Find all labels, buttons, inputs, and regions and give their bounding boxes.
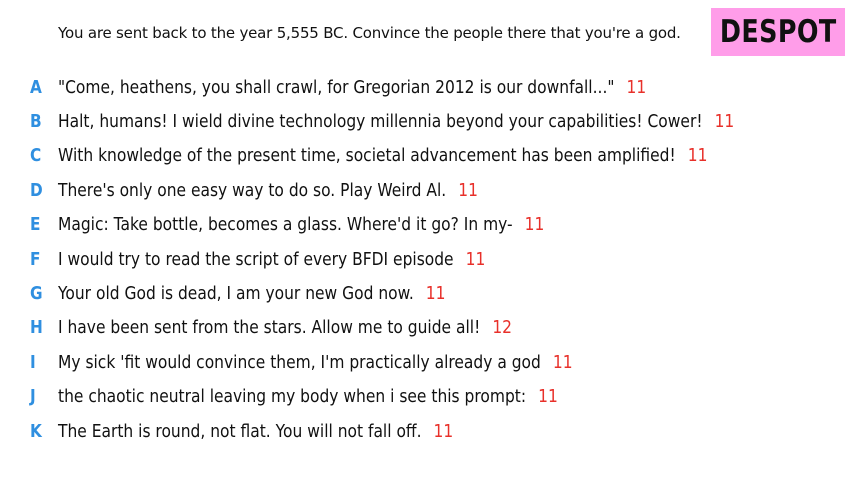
title-text: DESPOT (719, 14, 837, 50)
entry-text-wrap: "Come, heathens, you shall crawl, for Gr… (58, 77, 646, 98)
entry-letter: H (30, 317, 43, 339)
entry-score: 11 (714, 111, 735, 133)
entry-text-wrap: Halt, humans! I wield divine technology … (58, 111, 734, 132)
entry-row: C With knowledge of the present time, so… (0, 139, 853, 173)
entry-row: B Halt, humans! I wield divine technolog… (0, 104, 853, 138)
entry-text-wrap: The Earth is round, not flat. You will n… (58, 421, 453, 442)
entry-row: A "Come, heathens, you shall crawl, for … (0, 70, 853, 104)
entry-letter: D (30, 179, 43, 201)
entry-text: Halt, humans! I wield divine technology … (58, 111, 703, 133)
entries-list: A "Come, heathens, you shall crawl, for … (0, 70, 853, 448)
entry-score: 11 (465, 248, 486, 270)
entry-letter: B (30, 111, 42, 133)
entry-text: The Earth is round, not flat. You will n… (58, 420, 422, 442)
entry-text: My sick 'fit would convince them, I'm pr… (58, 351, 541, 373)
entry-letter: G (30, 283, 43, 305)
entry-letter: J (30, 386, 36, 408)
entry-text: I would try to read the script of every … (58, 248, 454, 270)
entry-row: H I have been sent from the stars. Allow… (0, 311, 853, 345)
prompt-text: You are sent back to the year 5,555 BC. … (58, 24, 681, 42)
entry-text-wrap: Your old God is dead, I am your new God … (58, 283, 446, 304)
entry-text: I have been sent from the stars. Allow m… (58, 317, 481, 339)
entry-score: 11 (433, 420, 454, 442)
entry-score: 11 (425, 283, 446, 305)
entry-text: There's only one easy way to do so. Play… (58, 179, 447, 201)
entry-text: With knowledge of the present time, soci… (58, 145, 676, 167)
entry-text: Your old God is dead, I am your new God … (58, 283, 414, 305)
entry-score: 11 (458, 179, 478, 201)
entry-text-wrap: There's only one easy way to do so. Play… (58, 180, 478, 201)
entry-letter: E (30, 214, 41, 236)
entry-row: I My sick 'fit would convince them, I'm … (0, 345, 853, 379)
title-badge: DESPOT (711, 8, 845, 56)
entry-text-wrap: the chaotic neutral leaving my body when… (58, 386, 558, 407)
entry-text-wrap: I have been sent from the stars. Allow m… (58, 317, 512, 338)
entry-text: "Come, heathens, you shall crawl, for Gr… (58, 76, 615, 98)
entry-text-wrap: Magic: Take bottle, becomes a glass. Whe… (58, 214, 544, 235)
entry-text-wrap: With knowledge of the present time, soci… (58, 145, 707, 166)
entry-row: F I would try to read the script of ever… (0, 242, 853, 276)
entry-score: 11 (538, 386, 558, 408)
entry-text: Magic: Take bottle, becomes a glass. Whe… (58, 214, 513, 236)
entry-score: 11 (687, 145, 708, 167)
entry-letter: K (30, 420, 42, 442)
entry-score: 11 (524, 214, 545, 236)
entry-row: J the chaotic neutral leaving my body wh… (0, 380, 853, 414)
entry-letter: A (30, 76, 42, 98)
entry-row: E Magic: Take bottle, becomes a glass. W… (0, 208, 853, 242)
entry-score: 11 (626, 76, 647, 98)
entry-text: the chaotic neutral leaving my body when… (58, 386, 527, 408)
entry-score: 11 (552, 351, 573, 373)
entry-text-wrap: I would try to read the script of every … (58, 249, 485, 270)
entry-row: K The Earth is round, not flat. You will… (0, 414, 853, 448)
entry-letter: C (30, 145, 42, 167)
entry-text-wrap: My sick 'fit would convince them, I'm pr… (58, 352, 573, 373)
entry-row: G Your old God is dead, I am your new Go… (0, 276, 853, 310)
entry-row: D There's only one easy way to do so. Pl… (0, 173, 853, 207)
entry-score: 12 (492, 317, 513, 339)
entry-letter: I (30, 351, 36, 373)
entry-letter: F (30, 248, 41, 270)
